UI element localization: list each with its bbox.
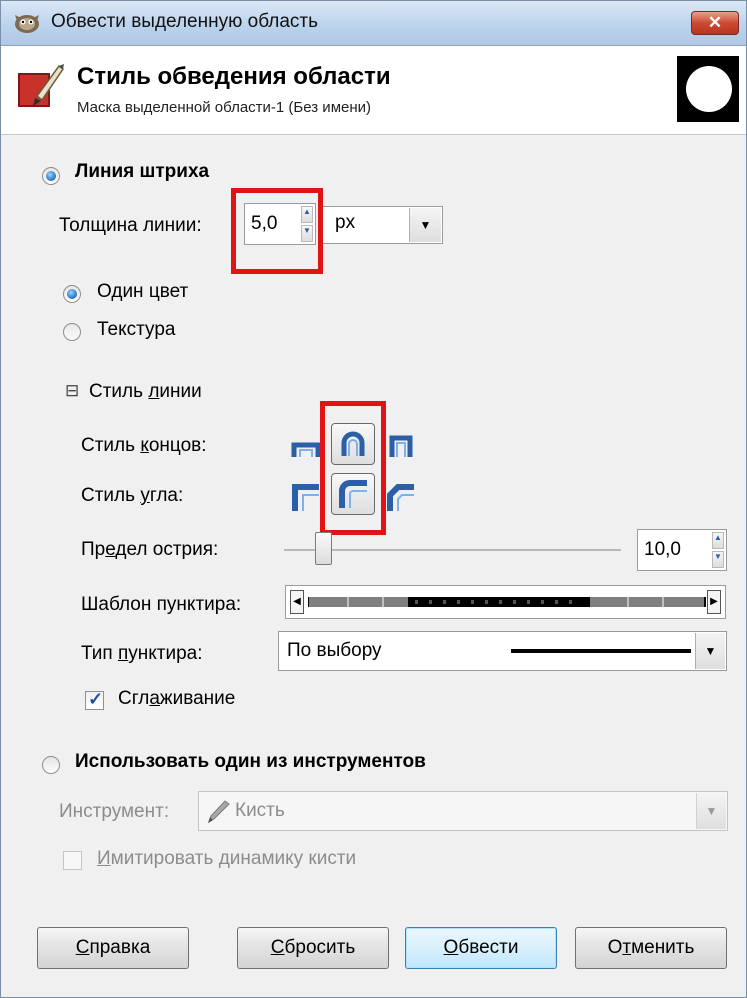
antialias-label-b: а xyxy=(149,688,160,709)
highlight-cap-join xyxy=(320,401,386,535)
selection-shape-preview xyxy=(686,66,732,112)
cap-style-label-b: к xyxy=(140,435,149,456)
cancel-label-c: менить xyxy=(631,937,695,958)
miter-limit-value[interactable]: 10,0 xyxy=(644,539,681,561)
stroke-selection-dialog: Обвести выделенную область ✕ Стиль обвед… xyxy=(0,0,747,998)
stroke-label-b: бвести xyxy=(458,937,519,958)
dialog-header: Стиль обведения области Маска выделенной… xyxy=(1,46,746,135)
dash-preset-select[interactable]: По выбору ▼ xyxy=(278,631,727,671)
dash-preset-label-c: унктира: xyxy=(128,643,203,664)
cap-style-label-a: Стиль xyxy=(81,435,141,456)
dash-preset-label: Тип пунктира: xyxy=(81,643,203,665)
pattern-radio[interactable] xyxy=(63,323,81,341)
paint-tool-label[interactable]: Использовать один из инструментов xyxy=(75,751,426,773)
header-title: Стиль обведения области xyxy=(77,63,391,90)
join-style-label: Стиль угла: xyxy=(81,485,183,507)
join-style-label-a: Стиль xyxy=(81,485,141,506)
gimp-app-icon xyxy=(15,15,39,33)
help-label-b: правка xyxy=(89,937,151,958)
cap-style-label-c: онцов: xyxy=(148,435,207,456)
pattern-label[interactable]: Текстура xyxy=(97,319,175,341)
collapse-icon[interactable]: ⊟ xyxy=(65,381,79,401)
cancel-label-a: О xyxy=(607,937,623,958)
antialiasing-label[interactable]: Сглаживание xyxy=(118,688,235,710)
join-style-label-c: гла: xyxy=(149,485,184,506)
reset-label-b: бросить xyxy=(284,937,356,958)
reset-button[interactable]: Сбросить xyxy=(237,927,389,969)
close-icon: ✕ xyxy=(707,13,723,32)
dash-preset-label-a: Тип xyxy=(81,643,118,664)
cancel-button[interactable]: Отменить xyxy=(575,927,727,969)
emulate-label-b: митировать динамику кисти xyxy=(110,848,357,869)
square-cap-icon[interactable] xyxy=(386,431,416,461)
miter-limit-slider-track[interactable] xyxy=(284,549,621,551)
help-button[interactable]: Справка xyxy=(37,927,189,969)
dash-preset-label-b: п xyxy=(117,643,129,664)
miter-limit-spinbox[interactable]: 10,0 ▲ ▼ xyxy=(637,529,727,571)
cancel-label-b: т xyxy=(622,937,632,958)
paint-tool-radio[interactable] xyxy=(42,756,60,774)
stroke-label-a: О xyxy=(443,937,459,958)
tool-select[interactable]: Кисть ▼ xyxy=(198,791,728,831)
stroke-button[interactable]: Обвести xyxy=(405,927,557,969)
solid-color-radio[interactable] xyxy=(63,285,81,303)
scroll-left-icon[interactable]: ◀ xyxy=(290,590,304,614)
miter-limit-label: Предел острия: xyxy=(81,539,218,561)
emulate-dynamics-checkbox[interactable] xyxy=(63,851,82,870)
paintbrush-icon xyxy=(208,800,230,824)
header-subtitle: Маска выделенной области-1 (Без имени) xyxy=(77,99,372,116)
spin-up-icon[interactable]: ▲ xyxy=(712,532,724,550)
solid-color-label[interactable]: Один цвет xyxy=(97,281,188,303)
chevron-down-icon[interactable]: ▼ xyxy=(409,208,441,242)
solid-line-preview xyxy=(511,649,691,653)
unit-select[interactable]: px ▼ xyxy=(322,206,443,244)
stroke-selection-icon xyxy=(18,64,65,107)
line-style-title-c: инии xyxy=(159,381,202,402)
line-style-title-a: Стиль xyxy=(89,381,149,402)
window-title: Обвести выделенную область xyxy=(51,11,318,32)
tool-value: Кисть xyxy=(235,800,285,821)
spin-down-icon[interactable]: ▼ xyxy=(712,550,724,568)
miter-limit-slider-handle[interactable] xyxy=(315,532,332,565)
antialias-label-a: Сгл xyxy=(118,688,150,709)
title-bar[interactable]: Обвести выделенную область ✕ xyxy=(1,1,746,46)
dash-preset-value: По выбору xyxy=(287,640,382,661)
chevron-down-icon[interactable]: ▼ xyxy=(696,793,726,829)
selection-preview xyxy=(677,56,739,122)
emulate-label-a: И xyxy=(97,848,111,869)
emulate-dynamics-label[interactable]: Имитировать динамику кисти xyxy=(97,848,356,870)
unit-value: px xyxy=(335,212,356,233)
miter-limit-label-b: е xyxy=(105,539,116,560)
line-style-title-b: л xyxy=(148,381,160,402)
miter-limit-label-c: дел острия: xyxy=(115,539,219,560)
chevron-down-icon[interactable]: ▼ xyxy=(695,633,725,669)
bevel-join-icon[interactable] xyxy=(386,483,416,513)
stroke-line-radio[interactable] xyxy=(42,167,60,185)
help-label-a: С xyxy=(75,937,90,958)
highlight-line-width xyxy=(231,188,323,274)
dash-pattern-strip[interactable] xyxy=(308,589,706,615)
line-width-label: Толщина линии: xyxy=(59,215,202,236)
antialias-label-c: живание xyxy=(159,688,236,709)
stroke-line-label[interactable]: Линия штриха xyxy=(75,161,209,183)
dash-pattern-label: Шаблон пунктира: xyxy=(81,594,242,615)
reset-label-a: С xyxy=(270,937,285,958)
miter-limit-spin-buttons[interactable]: ▲ ▼ xyxy=(712,532,724,568)
dash-pattern-editor[interactable]: ◀ ▶ xyxy=(285,585,726,619)
antialiasing-checkbox[interactable] xyxy=(85,689,104,710)
close-button[interactable]: ✕ xyxy=(691,11,739,35)
join-style-label-b: у xyxy=(140,485,150,506)
line-style-expander[interactable]: Стиль линии xyxy=(89,381,202,403)
miter-join-icon[interactable] xyxy=(291,483,321,513)
cap-style-label: Стиль концов: xyxy=(81,435,207,457)
scroll-right-icon[interactable]: ▶ xyxy=(707,590,721,614)
miter-limit-label-a: Пр xyxy=(81,539,106,560)
butt-cap-icon[interactable] xyxy=(291,433,321,463)
tool-label: Инструмент: xyxy=(59,801,170,822)
